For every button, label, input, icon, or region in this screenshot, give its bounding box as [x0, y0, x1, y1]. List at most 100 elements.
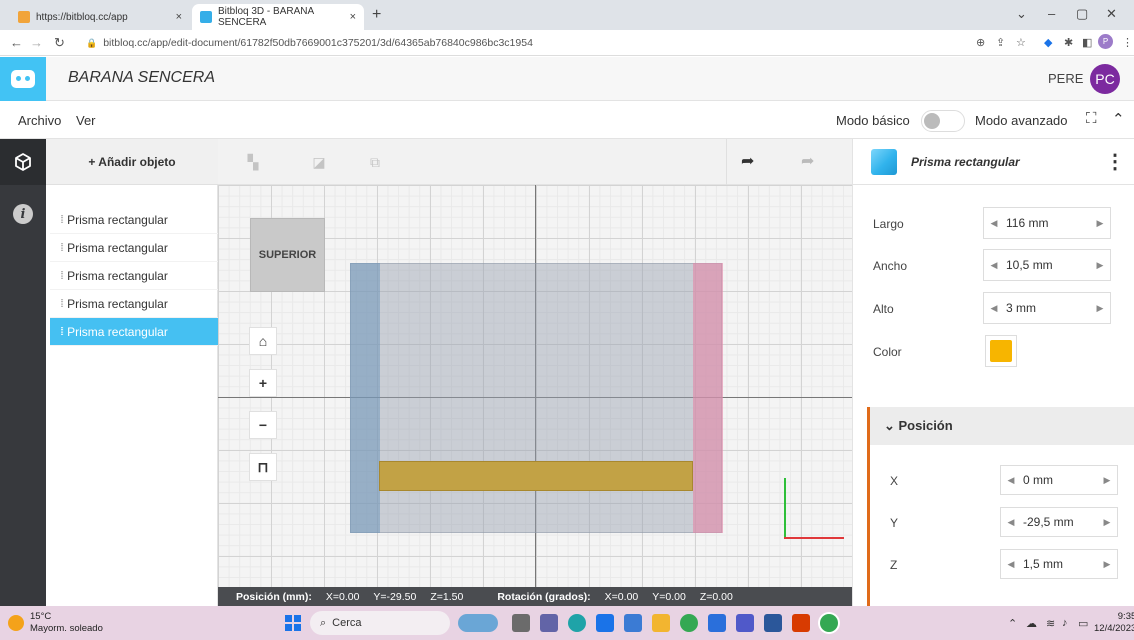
stepper-value[interactable]: 116 mm	[1004, 216, 1090, 230]
taskbar-search[interactable]: ⌕ Cerca	[310, 611, 450, 635]
weather-widget[interactable]: 15°C Mayorm. soleado	[30, 611, 103, 635]
3d-viewport[interactable]: SUPERIOR ⌂ + − ⊓	[218, 185, 852, 587]
alto-stepper[interactable]: ◀ 3 mm ▶	[983, 292, 1111, 324]
url-field[interactable]: 🔒 bitbloq.cc/app/edit-document/61782f50d…	[86, 33, 886, 53]
extension-icon[interactable]: ◆	[1044, 36, 1052, 49]
redo-arrow-icon[interactable]: ➦	[801, 151, 814, 171]
minimize-button[interactable]: –	[1048, 6, 1055, 21]
bookmark-star-icon[interactable]: ☆	[1016, 36, 1026, 49]
stepper-value[interactable]: 1,5 mm	[1021, 557, 1097, 571]
bitbloq-logo[interactable]	[0, 57, 46, 101]
teams-icon[interactable]	[736, 614, 754, 632]
home-view-icon[interactable]: ⌂	[249, 327, 277, 355]
stepper-value[interactable]: 10,5 mm	[1004, 258, 1090, 272]
zoom-out-button[interactable]: −	[249, 411, 277, 439]
drag-handle-icon[interactable]: ⁞⁞	[60, 270, 64, 282]
increment-arrow-icon[interactable]: ▶	[1090, 218, 1110, 229]
decrement-arrow-icon[interactable]: ◀	[984, 218, 1004, 229]
weather-sun-icon[interactable]	[8, 615, 24, 631]
object-list-item[interactable]: ⁞⁞ Prisma rectangular	[50, 290, 218, 318]
position-z-stepper[interactable]: ◀ 1,5 mm ▶	[1000, 549, 1118, 579]
store-icon[interactable]	[624, 614, 642, 632]
browser-menu-icon[interactable]: ⋮	[1122, 36, 1133, 49]
decrement-arrow-icon[interactable]: ◀	[1001, 475, 1021, 486]
increment-arrow-icon[interactable]: ▶	[1097, 475, 1117, 486]
decrement-arrow-icon[interactable]: ◀	[1001, 559, 1021, 570]
profile-avatar-icon[interactable]: P	[1098, 34, 1113, 49]
increment-arrow-icon[interactable]: ▶	[1097, 559, 1117, 570]
forward-arrow-icon[interactable]: →	[30, 35, 43, 50]
info-tab-button[interactable]: i	[0, 191, 46, 237]
user-avatar[interactable]: PC	[1090, 64, 1120, 94]
restore-button[interactable]: ▢	[1076, 6, 1088, 22]
object-list-item[interactable]: ⁞⁞ Prisma rectangular	[50, 234, 218, 262]
object-list-item-selected[interactable]: ⁞⁞ Prisma rectangular	[50, 318, 218, 346]
battery-icon[interactable]: ▭	[1078, 617, 1088, 630]
new-tab-button[interactable]: +	[372, 6, 381, 24]
drag-handle-icon[interactable]: ⁞⁞	[60, 242, 64, 254]
menu-archivo[interactable]: Archivo	[18, 113, 61, 128]
objects-tab-button[interactable]	[0, 139, 46, 185]
decrement-arrow-icon[interactable]: ◀	[984, 260, 1004, 271]
zoom-icon[interactable]: ⊕	[976, 36, 985, 49]
browser-tab-bitbloq-3d[interactable]: Bitbloq 3D - BARANA SENCERA ×	[192, 4, 364, 30]
stepper-value[interactable]: 3 mm	[1004, 301, 1090, 315]
increment-arrow-icon[interactable]: ▶	[1097, 517, 1117, 528]
fullscreen-icon[interactable]: ⛶	[1086, 110, 1097, 127]
intersection-operation-icon[interactable]: ⧉	[362, 149, 388, 175]
file-explorer-icon[interactable]	[652, 614, 670, 632]
selected-prism-object[interactable]	[379, 461, 693, 491]
stepper-value[interactable]: -29,5 mm	[1021, 515, 1097, 529]
drag-handle-icon[interactable]: ⁞⁞	[60, 298, 64, 310]
position-section-header[interactable]: ⌄ Posición	[870, 407, 1134, 445]
windows-start-icon[interactable]	[285, 615, 301, 631]
reload-icon[interactable]: ↻	[54, 35, 65, 51]
taskbar-clock[interactable]: 9:35 12/4/2023	[1094, 611, 1134, 635]
share-icon[interactable]: ⇪	[996, 36, 1005, 49]
tray-chevron-up-icon[interactable]: ⌃	[1008, 617, 1017, 630]
mode-toggle[interactable]	[921, 110, 965, 132]
edge-browser-icon[interactable]	[568, 614, 586, 632]
onedrive-cloud-icon[interactable]: ☁	[1026, 617, 1037, 630]
position-x-stepper[interactable]: ◀ 0 mm ▶	[1000, 465, 1118, 495]
color-picker[interactable]	[985, 335, 1017, 367]
volume-icon[interactable]: ♪	[1062, 617, 1068, 629]
menu-ver[interactable]: Ver	[76, 113, 96, 128]
tab-close-icon[interactable]: ×	[350, 11, 356, 23]
wifi-icon[interactable]: ≋	[1046, 617, 1055, 630]
increment-arrow-icon[interactable]: ▶	[1090, 260, 1110, 271]
chrome-icon[interactable]	[680, 614, 698, 632]
ancho-stepper[interactable]: ◀ 10,5 mm ▶	[983, 249, 1111, 281]
object-list-item[interactable]: ⁞⁞ Prisma rectangular	[50, 262, 218, 290]
back-arrow-icon[interactable]: ←	[10, 35, 23, 50]
more-options-icon[interactable]: ⋮	[1105, 149, 1125, 174]
left-post-object[interactable]	[350, 263, 380, 533]
calendar-icon[interactable]	[708, 614, 726, 632]
side-panel-icon[interactable]: ◧	[1082, 36, 1092, 49]
add-object-button[interactable]: + Añadir objeto	[46, 139, 218, 185]
extensions-puzzle-icon[interactable]: ✱	[1064, 36, 1073, 49]
position-y-stepper[interactable]: ◀ -29,5 mm ▶	[1000, 507, 1118, 537]
browser-tab-bitbloq-app[interactable]: https://bitbloq.cc/app ×	[10, 4, 190, 30]
mail-icon[interactable]	[596, 614, 614, 632]
stepper-value[interactable]: 0 mm	[1021, 473, 1097, 487]
decrement-arrow-icon[interactable]: ◀	[1001, 517, 1021, 528]
tab-close-icon[interactable]: ×	[176, 11, 182, 23]
undo-arrow-icon[interactable]: ➦	[741, 151, 754, 171]
right-post-object[interactable]	[693, 263, 723, 533]
office-icon[interactable]	[792, 614, 810, 632]
rail-base-object[interactable]	[350, 263, 722, 533]
tab-search-chevron-icon[interactable]: ⌄	[1016, 6, 1027, 22]
chrome-active-icon[interactable]	[820, 614, 838, 632]
increment-arrow-icon[interactable]: ▶	[1090, 303, 1110, 314]
difference-operation-icon[interactable]: ◪	[306, 149, 332, 175]
zoom-in-button[interactable]: +	[249, 369, 277, 397]
collapse-chevron-up-icon[interactable]: ⌃	[1112, 110, 1125, 128]
widget-landscape-icon[interactable]	[458, 614, 498, 632]
largo-stepper[interactable]: ◀ 116 mm ▶	[983, 207, 1111, 239]
object-list-item[interactable]: ⁞⁞ Prisma rectangular	[50, 206, 218, 234]
document-title[interactable]: BARANA SENCERA	[68, 69, 215, 87]
close-window-button[interactable]: ✕	[1106, 6, 1117, 22]
perspective-toggle-icon[interactable]: ⊓	[249, 453, 277, 481]
union-operation-icon[interactable]: ▚	[240, 149, 266, 175]
